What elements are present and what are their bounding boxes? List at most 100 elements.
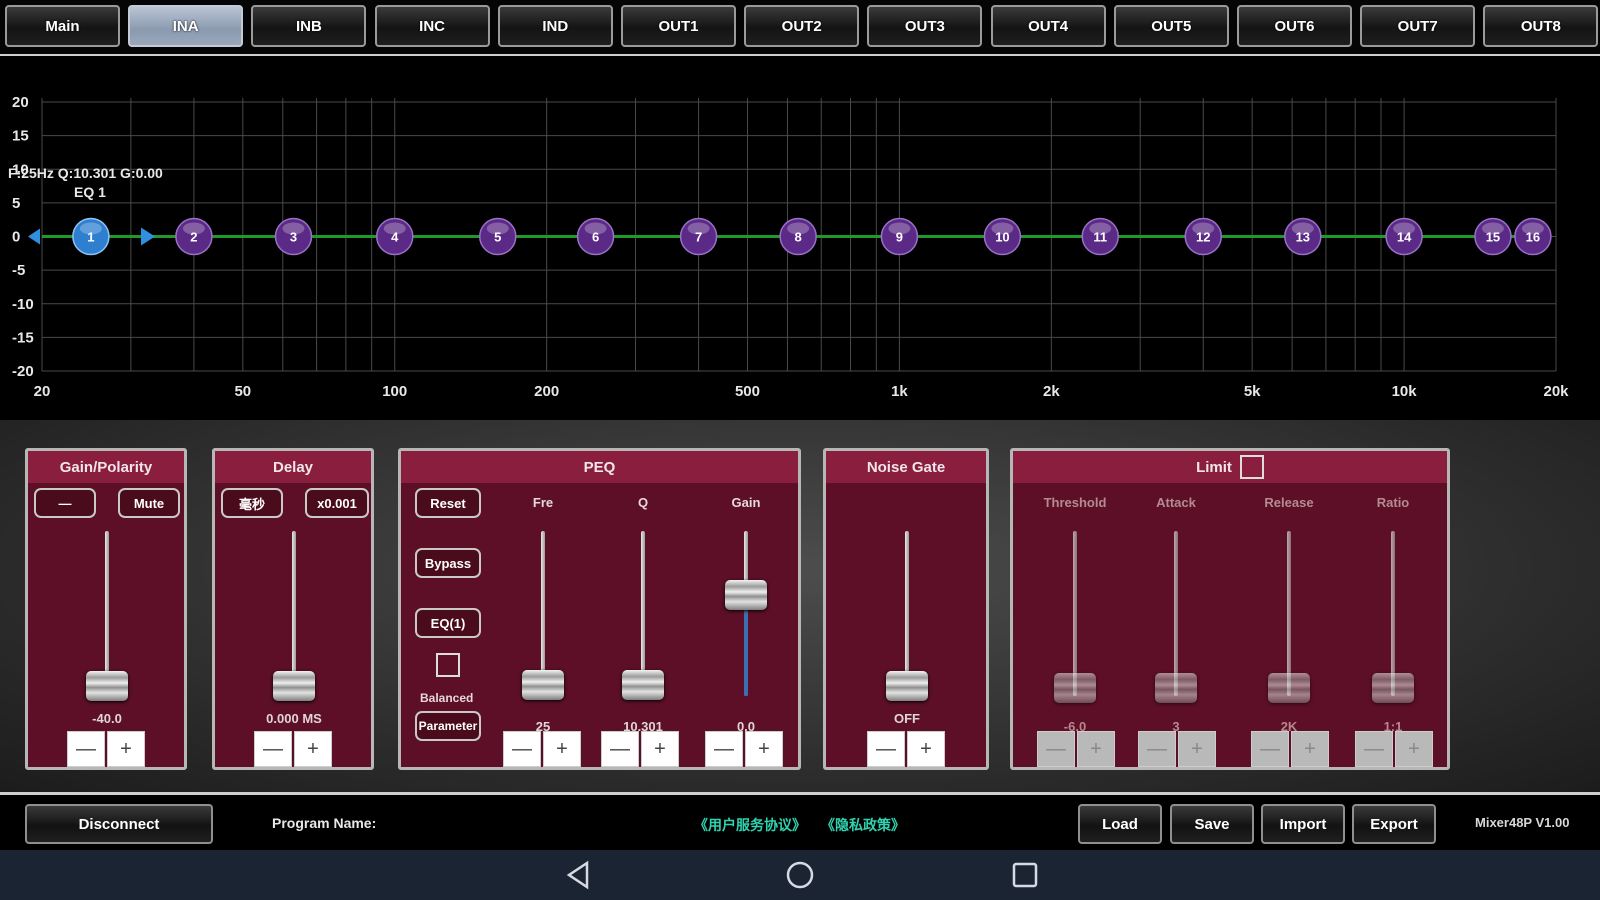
y-tick-label: 15 xyxy=(12,128,29,145)
peq-gain-increment-button[interactable]: + xyxy=(745,731,783,767)
limit-attack-increment-button[interactable]: + xyxy=(1178,731,1216,767)
delay-decrement-button[interactable]: — xyxy=(254,731,292,767)
limit-threshold-increment-button[interactable]: + xyxy=(1077,731,1115,767)
eq-band-node-label: 8 xyxy=(795,230,802,245)
eq-band-node-label: 11 xyxy=(1093,230,1107,245)
eq-band-node-label: 5 xyxy=(494,230,501,245)
limit-release-increment-button[interactable]: + xyxy=(1291,731,1329,767)
x-tick-label: 10k xyxy=(1392,383,1418,400)
delay-increment-button[interactable]: + xyxy=(294,731,332,767)
peq-gain-decrement-button[interactable]: — xyxy=(705,731,743,767)
tab-out5[interactable]: OUT5 xyxy=(1113,5,1229,47)
peq-reset-button[interactable]: Reset xyxy=(415,488,481,518)
limit-ratio-fader-track[interactable] xyxy=(1391,531,1395,696)
back-icon[interactable] xyxy=(563,860,593,890)
y-tick-label: -20 xyxy=(12,363,34,380)
eq-band-node-label: 13 xyxy=(1296,230,1310,245)
connection-button[interactable]: Disconnect xyxy=(25,804,213,844)
noise-gate-decrement-button[interactable]: — xyxy=(867,731,905,767)
delay-unit-button[interactable]: 毫秒 xyxy=(221,488,283,518)
peq-freq-fader-knob[interactable] xyxy=(522,670,564,700)
tab-inb[interactable]: INB xyxy=(251,5,367,47)
x-tick-label: 2k xyxy=(1043,383,1060,400)
limit-release-fader-knob[interactable] xyxy=(1268,673,1310,703)
peq-freq-decrement-button[interactable]: — xyxy=(503,731,541,767)
peq-q-decrement-button[interactable]: — xyxy=(601,731,639,767)
tab-out3[interactable]: OUT3 xyxy=(867,5,983,47)
tab-ind[interactable]: IND xyxy=(497,5,613,47)
noise-gate-panel-title: Noise Gate xyxy=(826,451,986,483)
noise-gate-fader-knob[interactable] xyxy=(886,671,928,701)
limit-threshold-fader-track[interactable] xyxy=(1073,531,1077,696)
tab-inc[interactable]: INC xyxy=(374,5,490,47)
noise-gate-increment-button[interactable]: + xyxy=(907,731,945,767)
eq-band-node-label: 2 xyxy=(190,230,197,245)
home-icon[interactable] xyxy=(785,860,815,890)
limit-ratio-fader-knob[interactable] xyxy=(1372,673,1414,703)
peq-eq-select-button[interactable]: EQ(1) xyxy=(415,608,481,638)
eq-band-node-label: 9 xyxy=(896,230,903,245)
balanced-checkbox[interactable] xyxy=(436,653,460,677)
x-tick-label: 20 xyxy=(34,383,51,400)
limit-attack-fader-track[interactable] xyxy=(1174,531,1178,696)
highpass-handle-icon[interactable] xyxy=(28,228,40,245)
gain-decrement-button[interactable]: — xyxy=(67,731,105,767)
polarity-button[interactable]: — xyxy=(34,488,96,518)
gain-increment-button[interactable]: + xyxy=(107,731,145,767)
peq-gain-fader-knob[interactable] xyxy=(725,580,767,610)
status-bar: Disconnect Program Name: 《用户服务协议》 《隐私政策》… xyxy=(0,792,1600,850)
import-button[interactable]: Import xyxy=(1261,804,1345,844)
tab-ina[interactable]: INA xyxy=(128,5,244,47)
peq-q-header: Q xyxy=(637,495,649,510)
privacy-policy-link[interactable]: 《隐私政策》 xyxy=(821,815,905,835)
channel-tab-bar: Main INA INB INC IND OUT1 OUT2 OUT3 OUT4 OUT5 OUT6… xyxy=(0,0,1600,56)
peq-panel: PEQ Reset Bypass EQ(1) Balanced Paramete… xyxy=(398,448,801,770)
tab-out8[interactable]: OUT8 xyxy=(1483,5,1599,47)
limit-release-fader-track[interactable] xyxy=(1287,531,1291,696)
load-button[interactable]: Load xyxy=(1078,804,1162,844)
recents-icon[interactable] xyxy=(1010,860,1040,890)
tab-main[interactable]: Main xyxy=(5,5,120,47)
gain-panel-title: Gain/Polarity xyxy=(28,451,184,483)
peq-freq-header: Fre xyxy=(532,495,554,510)
export-button[interactable]: Export xyxy=(1352,804,1436,844)
peq-gain-fader-fill xyxy=(744,608,748,696)
eq-band-node-label: 6 xyxy=(592,230,599,245)
limit-attack-decrement-button[interactable]: — xyxy=(1138,731,1176,767)
delay-fader-knob[interactable] xyxy=(273,671,315,701)
tab-out7[interactable]: OUT7 xyxy=(1360,5,1476,47)
eq-graph[interactable]: 20 15 10 5 0 -5 -10 -15 -20 20 50 100 200 500 1k 2k 5k 10… xyxy=(0,58,1600,420)
band-arrow-icon[interactable] xyxy=(141,227,156,246)
eq-band-node-label: 4 xyxy=(391,230,399,245)
eq-band-node-label: 1 xyxy=(87,230,94,245)
limit-enable-checkbox[interactable] xyxy=(1239,455,1264,479)
x-tick-label: 1k xyxy=(891,383,908,400)
gain-fader-knob[interactable] xyxy=(86,671,128,701)
limit-threshold-decrement-button[interactable]: — xyxy=(1037,731,1075,767)
peq-bypass-button[interactable]: Bypass xyxy=(415,548,481,578)
delay-panel-title: Delay xyxy=(215,451,371,483)
peq-q-increment-button[interactable]: + xyxy=(641,731,679,767)
tab-out2[interactable]: OUT2 xyxy=(744,5,860,47)
limit-threshold-fader-knob[interactable] xyxy=(1054,673,1096,703)
tab-out4[interactable]: OUT4 xyxy=(990,5,1106,47)
peq-freq-increment-button[interactable]: + xyxy=(543,731,581,767)
peq-mode-button[interactable]: Parameter xyxy=(415,711,481,741)
save-button[interactable]: Save xyxy=(1170,804,1254,844)
tab-out6[interactable]: OUT6 xyxy=(1237,5,1352,47)
mute-button[interactable]: Mute xyxy=(118,488,180,518)
limit-attack-fader-knob[interactable] xyxy=(1155,673,1197,703)
x-tick-label: 20k xyxy=(1543,383,1569,400)
user-agreement-link[interactable]: 《用户服务协议》 xyxy=(694,815,806,835)
limit-ratio-header: Ratio xyxy=(1376,495,1410,510)
x-tick-label: 100 xyxy=(382,383,407,400)
limit-release-decrement-button[interactable]: — xyxy=(1251,731,1289,767)
peq-q-fader-knob[interactable] xyxy=(622,670,664,700)
tab-out1[interactable]: OUT1 xyxy=(621,5,736,47)
limit-release-header: Release xyxy=(1264,495,1314,510)
limit-ratio-decrement-button[interactable]: — xyxy=(1355,731,1393,767)
limit-panel-title: Limit xyxy=(1013,451,1447,483)
eq-graph-canvas[interactable]: 20151050-5-10-15-2020 50 100 200 500 1k 2k 5k 10… xyxy=(0,58,1600,420)
delay-step-button[interactable]: x0.001 xyxy=(305,488,369,518)
limit-ratio-increment-button[interactable]: + xyxy=(1395,731,1433,767)
